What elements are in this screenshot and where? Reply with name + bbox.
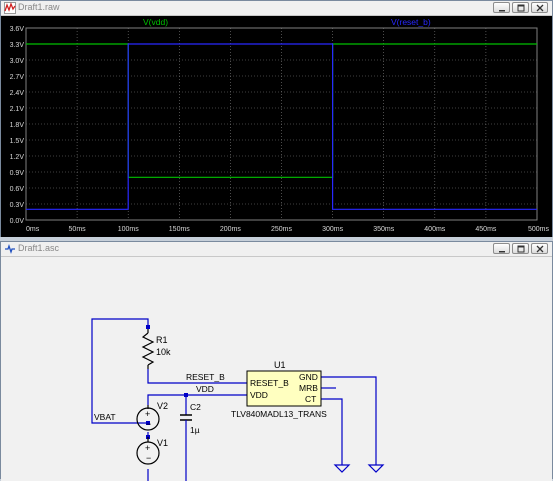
ground-icon: [333, 464, 351, 473]
minimize-icon: [499, 251, 505, 253]
maximize-icon: [517, 4, 525, 12]
close-button[interactable]: [531, 2, 548, 13]
minimize-button[interactable]: [493, 2, 510, 13]
schematic-window: Draft1.asc R1 10k RESET_B VDD VBAT + − V…: [0, 241, 553, 481]
net-label-vbat: VBAT: [94, 412, 116, 422]
y-tick-label: 1.5V: [10, 138, 25, 145]
x-tick-label: 50ms: [69, 226, 87, 233]
x-tick-label: 200ms: [220, 226, 242, 233]
x-tick-label: 150ms: [169, 226, 191, 233]
waveform-icon: [4, 2, 16, 14]
minus-sign-icon: −: [146, 419, 151, 429]
schematic-icon: [5, 243, 15, 255]
y-tick-label: 3.0V: [10, 58, 25, 65]
y-tick-label: 3.3V: [10, 42, 25, 49]
v1-label: V1: [157, 438, 168, 448]
capacitor-c2[interactable]: C2 1µ: [180, 402, 201, 435]
voltage-source-v1[interactable]: + − V1: [136, 437, 168, 465]
ground-icon: [367, 464, 385, 473]
waveform-window: Draft1.raw 0.0V 0.3V 0.6V 0.9V 1.2V 1.5V 1.8V 2…: [0, 0, 553, 237]
trace-label-reset-b[interactable]: V(reset_b): [391, 17, 431, 27]
net-label-reset-b: RESET_B: [186, 372, 225, 382]
net-label-vdd: VDD: [196, 384, 214, 394]
y-tick-label: 3.6V: [10, 26, 25, 33]
wire-c2-bottom[interactable]: [148, 425, 187, 481]
y-tick-label: 2.4V: [10, 90, 25, 97]
schematic-canvas[interactable]: R1 10k RESET_B VDD VBAT + − V2 C2 1µ + −…: [1, 257, 552, 481]
junction-dot: [184, 393, 188, 397]
u1-pin-gnd-label: GND: [299, 372, 318, 382]
x-tick-label: 0ms: [26, 226, 40, 233]
resistor-r1[interactable]: R1 10k: [141, 325, 171, 369]
u1-ref-label: U1: [274, 360, 286, 370]
u1-pin-reset-b-label: RESET_B: [250, 378, 289, 388]
wire-gnd-pin[interactable]: [321, 376, 377, 465]
wire-vbat-loop[interactable]: [91, 318, 149, 424]
waveform-plot[interactable]: 0.0V 0.3V 0.6V 0.9V 1.2V 1.5V 1.8V 2.1V 2.4V 2.7V…: [1, 16, 552, 237]
x-tick-label: 250ms: [271, 226, 293, 233]
schematic-titlebar[interactable]: Draft1.asc: [1, 242, 552, 257]
u1-pin-mrb-label: MRB: [299, 383, 318, 393]
waveform-window-title: Draft1.raw: [18, 2, 60, 12]
schematic-window-title: Draft1.asc: [18, 243, 60, 253]
voltage-source-v2[interactable]: + − V2: [136, 401, 168, 431]
minus-sign-icon: −: [146, 453, 151, 463]
maximize-icon: [517, 245, 525, 253]
x-tick-label: 300ms: [322, 226, 344, 233]
r1-ref-label: R1: [156, 335, 168, 345]
x-tick-label: 450ms: [475, 226, 497, 233]
pin-marker: [146, 325, 150, 329]
u1-pin-ct-label: CT: [305, 394, 316, 404]
maximize-button[interactable]: [512, 2, 529, 13]
y-tick-label: 1.8V: [10, 122, 25, 129]
close-icon: [536, 4, 544, 12]
c2-value-label: 1µ: [190, 425, 200, 435]
y-tick-label: 0.0V: [10, 218, 25, 225]
c2-ref-label: C2: [190, 402, 201, 412]
close-icon: [536, 245, 544, 253]
y-tick-label: 0.3V: [10, 202, 25, 209]
ground-symbol-gnd[interactable]: [367, 464, 385, 473]
minimize-icon: [499, 10, 505, 12]
u1-pin-vdd-label: VDD: [250, 390, 268, 400]
v2-label: V2: [157, 401, 168, 411]
schematic-wires: [91, 318, 377, 481]
u1-part-label: TLV840MADL13_TRANS: [231, 409, 327, 419]
minimize-button[interactable]: [493, 243, 510, 254]
y-tick-label: 2.7V: [10, 74, 25, 81]
x-tick-label: 400ms: [424, 226, 446, 233]
x-tick-label: 100ms: [118, 226, 140, 233]
x-tick-label: 350ms: [373, 226, 395, 233]
trace-label-vdd[interactable]: V(vdd): [143, 17, 168, 27]
y-tick-label: 2.1V: [10, 106, 25, 113]
plus-sign-icon: +: [145, 443, 150, 453]
waveform-titlebar[interactable]: Draft1.raw: [1, 1, 552, 16]
y-tick-label: 1.2V: [10, 154, 25, 161]
plus-sign-icon: +: [145, 409, 150, 419]
maximize-button[interactable]: [512, 243, 529, 254]
y-tick-label: 0.9V: [10, 170, 25, 177]
r1-value-label: 10k: [156, 347, 171, 357]
resistor-zigzag: [141, 332, 155, 366]
close-button[interactable]: [531, 243, 548, 254]
y-tick-label: 0.6V: [10, 186, 25, 193]
ground-symbol-ct[interactable]: [333, 464, 351, 473]
x-tick-label: 500ms: [528, 226, 550, 233]
ic-u1[interactable]: U1 RESET_B VDD GND MRB CT TLV840MADL13_T…: [231, 360, 327, 419]
